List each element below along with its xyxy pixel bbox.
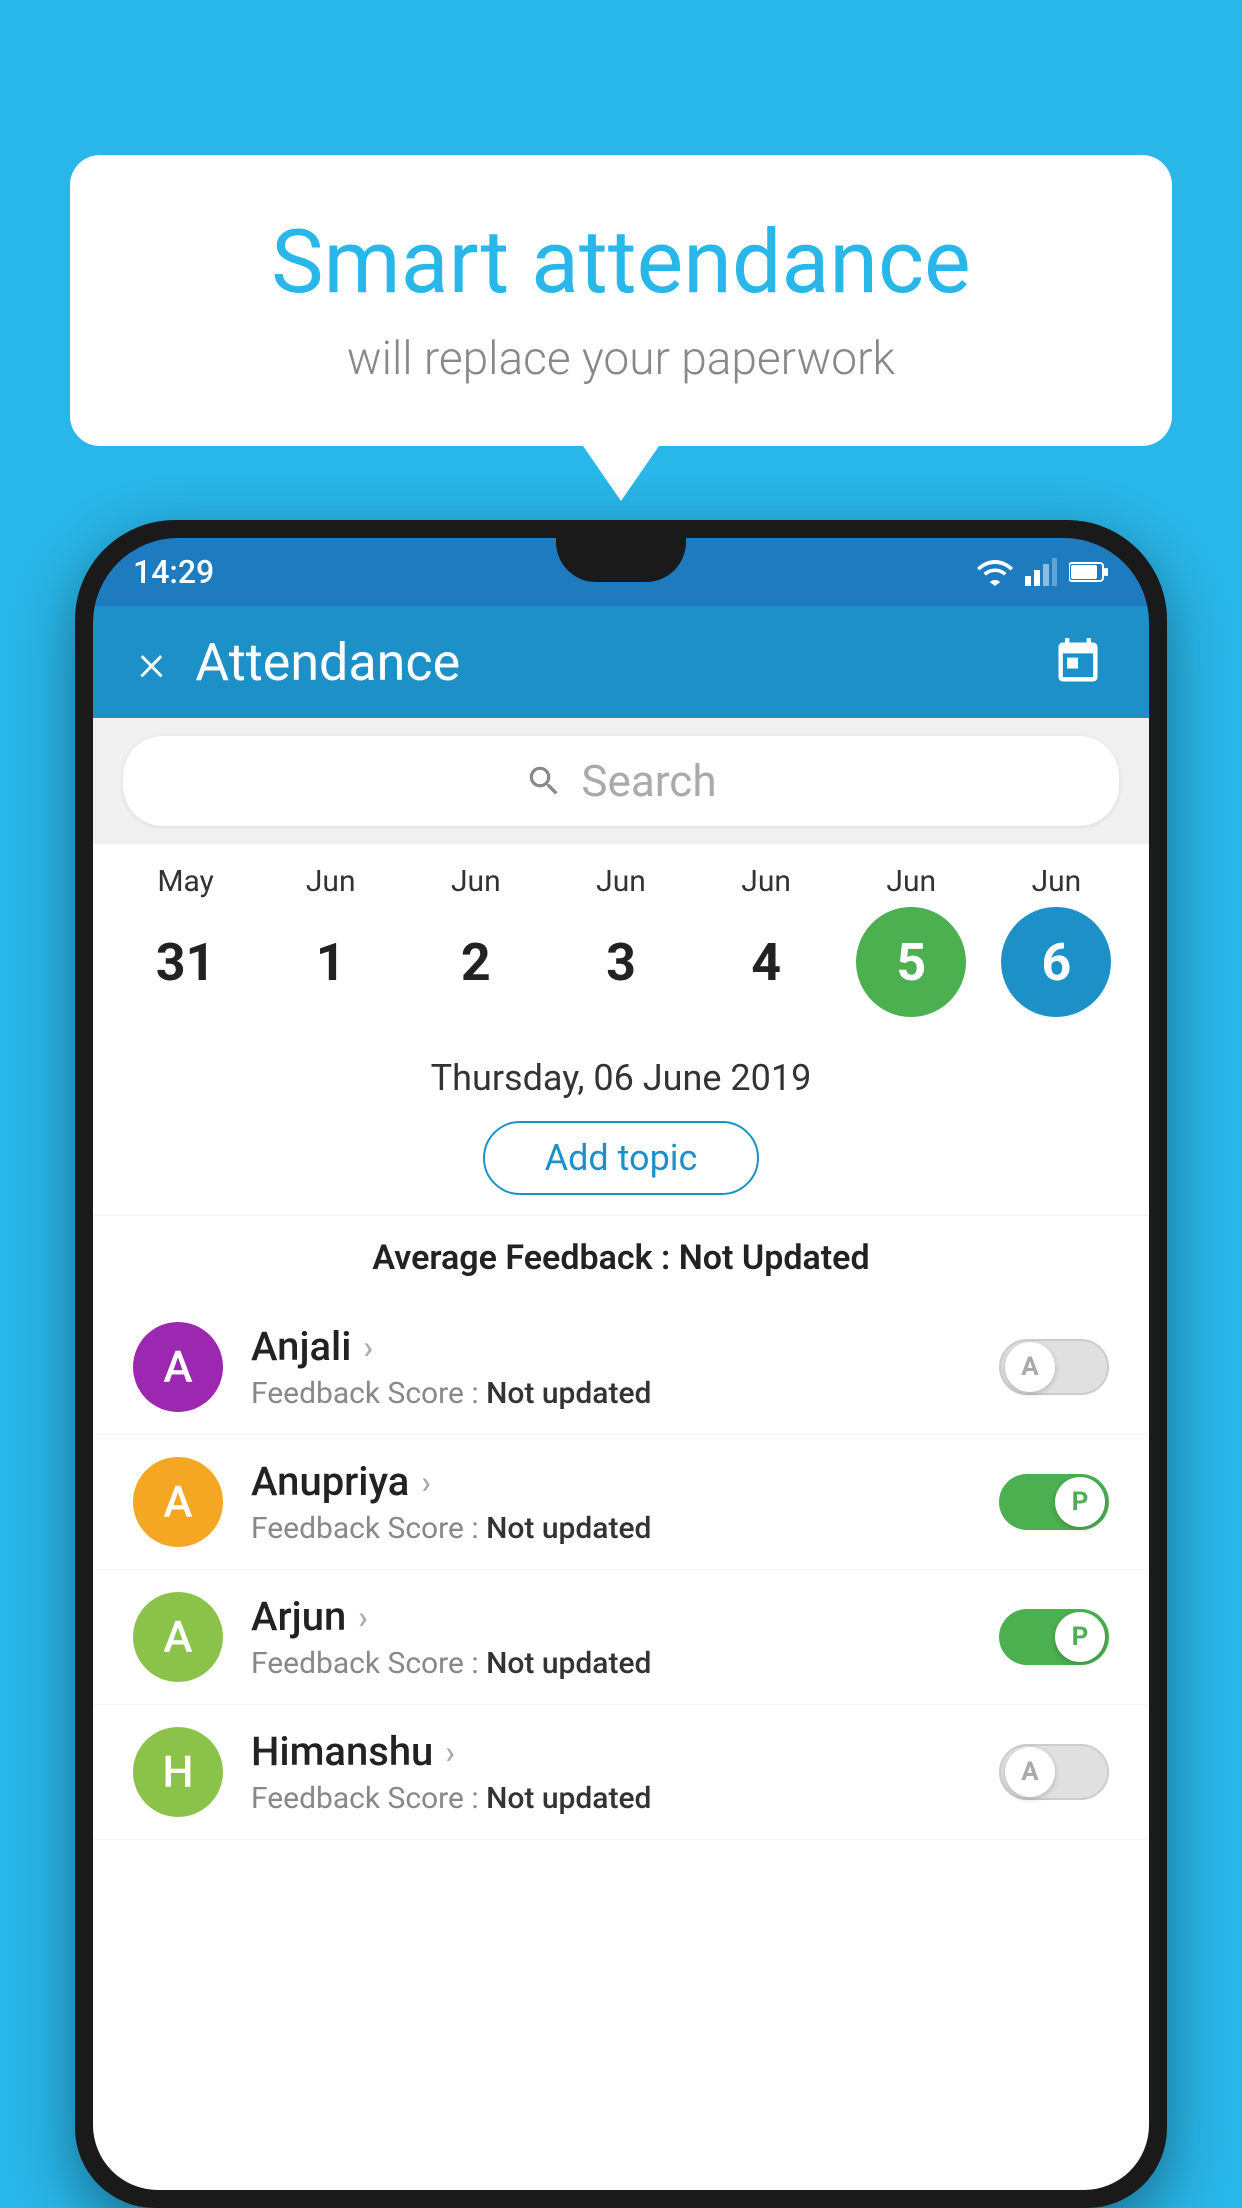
date-1[interactable]: 1 xyxy=(276,907,386,1017)
month-3: Jun xyxy=(561,864,681,899)
student-item: H Himanshu › Feedback Score : Not update… xyxy=(93,1705,1149,1840)
toggle-arjun[interactable]: P xyxy=(999,1609,1109,1665)
date-6[interactable]: 6 xyxy=(1001,907,1111,1017)
phone-inner: 14:29 xyxy=(93,538,1149,2190)
bubble-subtitle: will replace your paperwork xyxy=(150,332,1092,386)
avatar-himanshu: H xyxy=(133,1727,223,1817)
avatar-anjali: A xyxy=(133,1322,223,1412)
date-info: Thursday, 06 June 2019 Add topic xyxy=(93,1027,1149,1216)
phone-screen: Search May Jun Jun Jun Jun Jun Jun 31 1 … xyxy=(93,718,1149,2190)
attendance-toggle-arjun[interactable]: P xyxy=(999,1609,1109,1665)
student-list: A Anjali › Feedback Score : Not updated … xyxy=(93,1300,1149,1840)
signal-icon xyxy=(1025,558,1057,586)
student-item: A Arjun › Feedback Score : Not updated P xyxy=(93,1570,1149,1705)
chevron-right-icon: › xyxy=(363,1328,373,1366)
month-0: May xyxy=(126,864,246,899)
date-row: 31 1 2 3 4 5 6 xyxy=(103,907,1139,1017)
student-name-arjun: Arjun › xyxy=(251,1593,971,1640)
feedback-score-arjun: Feedback Score : Not updated xyxy=(251,1646,971,1681)
feedback-score-anjali: Feedback Score : Not updated xyxy=(251,1376,971,1411)
speech-bubble: Smart attendance will replace your paper… xyxy=(70,155,1172,446)
battery-icon xyxy=(1069,561,1109,583)
search-placeholder: Search xyxy=(581,755,716,807)
search-icon xyxy=(525,762,563,800)
toggle-thumb-anupriya: P xyxy=(1055,1477,1105,1527)
student-name-anjali: Anjali › xyxy=(251,1323,971,1370)
toggle-thumb-himanshu: A xyxy=(1005,1747,1055,1797)
calendar-icon[interactable] xyxy=(1052,636,1104,688)
status-time: 14:29 xyxy=(133,553,214,591)
bubble-title: Smart attendance xyxy=(150,215,1092,312)
month-1: Jun xyxy=(271,864,391,899)
avatar-arjun: A xyxy=(133,1592,223,1682)
toggle-anupriya[interactable]: P xyxy=(999,1474,1109,1530)
add-topic-button[interactable]: Add topic xyxy=(483,1121,760,1195)
student-info-anupriya[interactable]: Anupriya › Feedback Score : Not updated xyxy=(251,1458,971,1546)
student-info-anjali[interactable]: Anjali › Feedback Score : Not updated xyxy=(251,1323,971,1411)
toggle-anjali[interactable]: A xyxy=(999,1339,1109,1395)
attendance-toggle-anjali[interactable]: A xyxy=(999,1339,1109,1395)
app-title: Attendance xyxy=(195,632,460,693)
month-4: Jun xyxy=(706,864,826,899)
chevron-right-icon: › xyxy=(445,1733,455,1771)
feedback-value: Not Updated xyxy=(679,1238,870,1278)
chevron-right-icon: › xyxy=(421,1463,431,1501)
phone-frame: 14:29 xyxy=(75,520,1167,2208)
app-bar-left: × Attendance xyxy=(138,632,460,693)
student-name-anupriya: Anupriya › xyxy=(251,1458,971,1505)
student-item: A Anjali › Feedback Score : Not updated … xyxy=(93,1300,1149,1435)
search-bar[interactable]: Search xyxy=(123,736,1119,826)
search-bar-container: Search xyxy=(93,718,1149,844)
attendance-toggle-himanshu[interactable]: A xyxy=(999,1744,1109,1800)
feedback-label: Average Feedback : xyxy=(372,1238,678,1278)
date-5[interactable]: 5 xyxy=(856,907,966,1017)
month-5: Jun xyxy=(851,864,971,899)
notch xyxy=(556,538,686,582)
attendance-toggle-anupriya[interactable]: P xyxy=(999,1474,1109,1530)
date-2[interactable]: 2 xyxy=(421,907,531,1017)
selected-date: Thursday, 06 June 2019 xyxy=(93,1057,1149,1099)
student-item: A Anupriya › Feedback Score : Not update… xyxy=(93,1435,1149,1570)
date-3[interactable]: 3 xyxy=(566,907,676,1017)
calendar-strip: May Jun Jun Jun Jun Jun Jun 31 1 2 3 4 5… xyxy=(93,844,1149,1027)
toggle-thumb-arjun: P xyxy=(1055,1612,1105,1662)
month-6: Jun xyxy=(996,864,1116,899)
month-2: Jun xyxy=(416,864,536,899)
feedback-score-anupriya: Feedback Score : Not updated xyxy=(251,1511,971,1546)
student-info-himanshu[interactable]: Himanshu › Feedback Score : Not updated xyxy=(251,1728,971,1816)
speech-bubble-container: Smart attendance will replace your paper… xyxy=(70,155,1172,446)
date-4[interactable]: 4 xyxy=(711,907,821,1017)
student-name-himanshu: Himanshu › xyxy=(251,1728,971,1775)
close-button[interactable]: × xyxy=(138,632,165,693)
date-31[interactable]: 31 xyxy=(131,907,241,1017)
student-info-arjun[interactable]: Arjun › Feedback Score : Not updated xyxy=(251,1593,971,1681)
status-icons xyxy=(977,558,1109,586)
status-bar: 14:29 xyxy=(93,538,1149,606)
app-bar: × Attendance xyxy=(93,606,1149,718)
avatar-anupriya: A xyxy=(133,1457,223,1547)
month-row: May Jun Jun Jun Jun Jun Jun xyxy=(103,864,1139,899)
wifi-icon xyxy=(977,558,1013,586)
toggle-himanshu[interactable]: A xyxy=(999,1744,1109,1800)
toggle-thumb-anjali: A xyxy=(1005,1342,1055,1392)
feedback-summary: Average Feedback : Not Updated xyxy=(93,1216,1149,1300)
feedback-score-himanshu: Feedback Score : Not updated xyxy=(251,1781,971,1816)
chevron-right-icon: › xyxy=(358,1598,368,1636)
